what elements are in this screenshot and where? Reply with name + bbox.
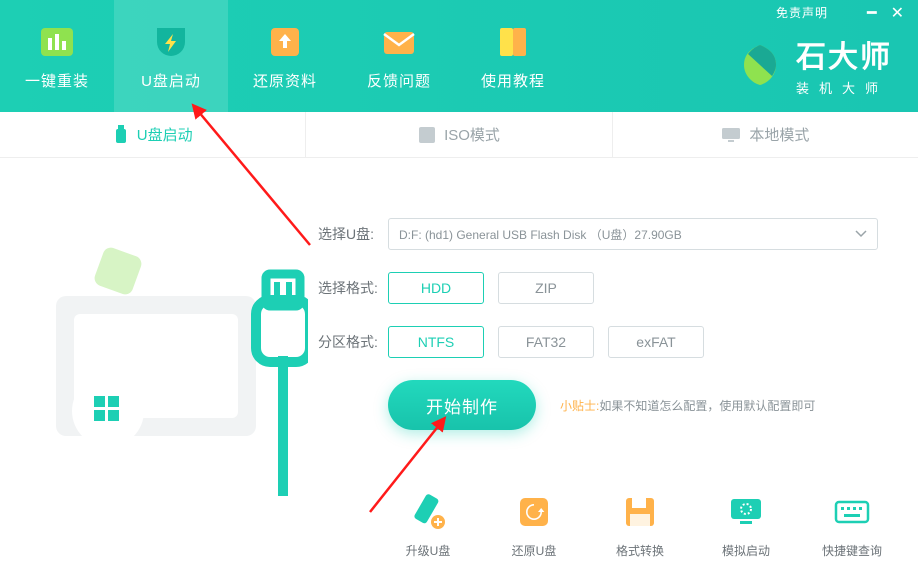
usb-select[interactable]: D:F: (hd1) General USB Flash Disk （U盘）27…: [388, 218, 878, 250]
tip-text: 小贴士:如果不知道怎么配置，使用默认配置即可: [560, 397, 815, 414]
nav-item-restore[interactable]: 还原资料: [228, 0, 342, 112]
iso-file-icon: [418, 126, 436, 144]
disclaimer-link[interactable]: 免责声明: [776, 4, 828, 21]
sub-tabs: U盘启动 ISO模式 本地模式: [0, 112, 918, 158]
subtab-label: ISO模式: [444, 124, 500, 145]
floppy-icon: [620, 492, 660, 532]
window-controls: ━ ✕: [867, 3, 904, 23]
tool-label: 还原U盘: [512, 542, 557, 559]
nav-label: 还原资料: [253, 70, 317, 91]
format-option-zip[interactable]: ZIP: [498, 272, 594, 304]
tool-shortcut-query[interactable]: 快捷键查询: [816, 492, 888, 559]
topbar: 一键重装 U盘启动 还原资料 反馈问题 使用教程 免责声明: [0, 0, 918, 112]
tool-label: 模拟启动: [722, 542, 770, 559]
partition-option-exfat[interactable]: exFAT: [608, 326, 704, 358]
usb-select-value: D:F: (hd1) General USB Flash Disk （U盘）27…: [399, 226, 682, 243]
close-icon[interactable]: ✕: [891, 3, 904, 23]
book-icon: [493, 22, 533, 62]
subtab-label: U盘启动: [137, 124, 193, 145]
start-create-button[interactable]: 开始制作: [388, 380, 536, 430]
main-area: 选择U盘: D:F: (hd1) General USB Flash Disk …: [0, 158, 918, 579]
nav-label: 使用教程: [481, 70, 545, 91]
monitor-boot-icon: [726, 492, 766, 532]
format-label: 选择格式:: [318, 278, 388, 298]
nav-label: 反馈问题: [367, 70, 431, 91]
usb-illustration: [38, 196, 308, 516]
shield-lightning-icon: [151, 22, 191, 62]
tool-label: 格式转换: [616, 542, 664, 559]
chevron-down-icon: [855, 230, 867, 238]
main-nav: 一键重装 U盘启动 还原资料 反馈问题 使用教程: [0, 0, 570, 112]
brand-subtitle: 装机大师: [796, 78, 892, 97]
tip-tag: 小贴士:: [560, 399, 599, 413]
nav-item-usb-boot[interactable]: U盘启动: [114, 0, 228, 112]
tool-format-convert[interactable]: 格式转换: [604, 492, 676, 559]
brand-title: 石大师: [796, 32, 892, 76]
upload-box-icon: [265, 22, 305, 62]
usb-restore-icon: [514, 492, 554, 532]
monitor-icon: [721, 127, 741, 143]
bar-chart-icon: [37, 22, 77, 62]
tool-upgrade-usb[interactable]: 升级U盘: [392, 492, 464, 559]
keyboard-icon: [832, 492, 872, 532]
subtab-iso[interactable]: ISO模式: [305, 112, 611, 157]
brand-logo-icon: [736, 41, 784, 89]
subtab-label: 本地模式: [749, 124, 809, 145]
format-option-hdd[interactable]: HDD: [388, 272, 484, 304]
partition-option-fat32[interactable]: FAT32: [498, 326, 594, 358]
tool-simulate-boot[interactable]: 模拟启动: [710, 492, 782, 559]
usb-upgrade-icon: [408, 492, 448, 532]
minimize-icon[interactable]: ━: [867, 3, 877, 23]
subtab-local[interactable]: 本地模式: [612, 112, 918, 157]
tip-body: 如果不知道怎么配置，使用默认配置即可: [599, 399, 815, 413]
tool-label: 升级U盘: [406, 542, 451, 559]
tool-row: 升级U盘 还原U盘 格式转换 模拟启动 快捷键查询: [392, 492, 888, 559]
nav-label: 一键重装: [25, 70, 89, 91]
nav-item-reinstall[interactable]: 一键重装: [0, 0, 114, 112]
tool-restore-usb[interactable]: 还原U盘: [498, 492, 570, 559]
mail-icon: [379, 22, 419, 62]
partition-label: 分区格式:: [318, 332, 388, 352]
usb-select-label: 选择U盘:: [318, 224, 388, 244]
config-form: 选择U盘: D:F: (hd1) General USB Flash Disk …: [318, 218, 878, 430]
subtab-usb-boot[interactable]: U盘启动: [0, 112, 305, 157]
tool-label: 快捷键查询: [822, 542, 882, 559]
partition-option-ntfs[interactable]: NTFS: [388, 326, 484, 358]
nav-item-tutorial[interactable]: 使用教程: [456, 0, 570, 112]
nav-item-feedback[interactable]: 反馈问题: [342, 0, 456, 112]
brand: 石大师 装机大师: [736, 32, 892, 97]
nav-label: U盘启动: [141, 70, 201, 91]
usb-stick-icon: [113, 125, 129, 145]
